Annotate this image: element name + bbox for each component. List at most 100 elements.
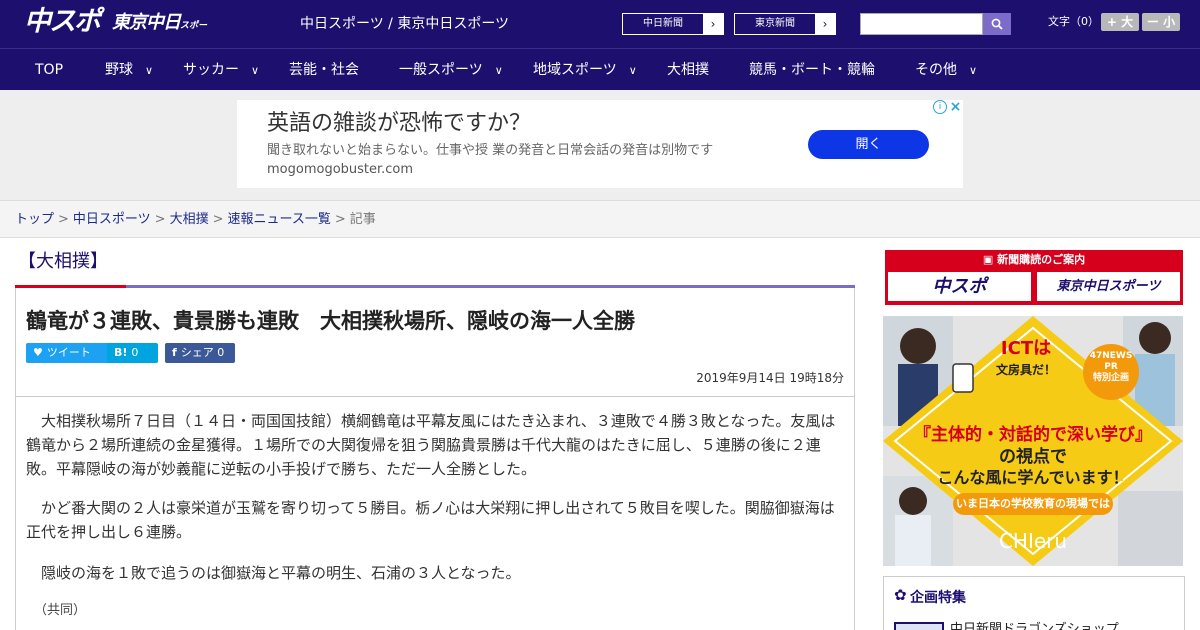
newspaper-icon: ▣ <box>982 253 998 266</box>
nav-item-label: 大相撲 <box>667 62 709 78</box>
article-paragraph: かど番大関の２人は豪栄道が玉鷲を寄り切って５勝目。栃ノ心は大栄翔に押し出されて５… <box>26 499 835 541</box>
site-header: 中スポ 東京中日スポーツ 中日スポーツ / 東京中日スポーツ 中日新聞 › 東京… <box>0 0 1200 60</box>
chevron-down-icon: ∨ <box>145 64 154 77</box>
twitter-icon: ♥ <box>33 346 43 359</box>
breadcrumb-link[interactable]: トップ <box>15 212 54 227</box>
paper-link-label: 中日新聞 <box>643 18 683 29</box>
article-category[interactable]: 【大相撲】 <box>18 250 108 274</box>
main-nav: TOP 野球 ∨ サッカー ∨ 芸能・社会 一般スポーツ ∨ 地域スポーツ ∨ 大相撲 … <box>0 48 1200 90</box>
facebook-label: シェア <box>180 346 214 359</box>
site-names: 中日スポーツ / 東京中日スポーツ <box>300 16 510 32</box>
ad-area: 英語の雑談が恐怖ですか？ 聞き取れないと始まらない。仕事や授 業の発音と日常会話… <box>0 90 1200 200</box>
breadcrumb-separator: > <box>58 212 69 227</box>
dragons-shop-thumbnail[interactable] <box>894 622 944 630</box>
feature-item-link[interactable]: 中日新聞ドラゴンズショップ <box>950 621 1119 630</box>
hatena-icon: B! <box>114 346 128 359</box>
breadcrumb-bar: トップ > 中日スポーツ > 大相撲 > 速報ニュース一覧 > 記事 <box>0 200 1200 238</box>
nav-item-sumo[interactable]: 大相撲 <box>667 49 709 91</box>
facebook-share-button[interactable]: f シェア 0 <box>165 343 235 363</box>
tokyo-chunichi-logo[interactable]: 東京中日スポーツ <box>112 10 210 60</box>
facebook-icon: f <box>172 346 177 359</box>
ict-education-banner[interactable]: ICTは 文房具だ！ 47NEWS PR 特別企画 『主体的・対話的で深い学び』… <box>883 316 1183 566</box>
ad-banner[interactable]: 英語の雑談が恐怖ですか？ 聞き取れないと始まらない。仕事や授 業の発音と日常会話… <box>237 100 963 188</box>
nav-item-label: 芸能・社会 <box>289 62 359 78</box>
nav-item-label: TOP <box>35 62 64 78</box>
hatena-bookmark-button[interactable]: B! 0 <box>107 343 158 363</box>
nav-item-label: 地域スポーツ <box>533 62 617 78</box>
font-size-label: 文字（0） <box>1048 15 1099 28</box>
article-body: 大相撲秋場所７日目（１４日・両国国技館）横綱鶴竜は平幕友風にはたき込まれ、３連敗… <box>15 397 855 630</box>
chevron-down-icon: ∨ <box>251 64 260 77</box>
feature-title: 企画特集 <box>910 590 966 606</box>
badge-line: PR <box>1104 362 1118 372</box>
chevron-right-icon: › <box>815 14 835 34</box>
banner-ict-title: ICTは <box>1000 338 1052 359</box>
breadcrumb-link[interactable]: 速報ニュース一覧 <box>228 212 331 227</box>
nav-item-label: その他 <box>915 62 957 78</box>
nav-item-general-sports[interactable]: 一般スポーツ ∨ <box>399 49 503 91</box>
breadcrumb-link[interactable]: 大相撲 <box>170 212 209 227</box>
article-header: 鶴竜が３連敗、貴景勝も連敗 大相撲秋場所、隠岐の海一人全勝 ♥ ツイート B! 0 … <box>15 288 855 397</box>
ad-info-icon[interactable]: i <box>933 100 947 114</box>
breadcrumb-current: 記事 <box>349 212 376 227</box>
nav-item-racing[interactable]: 競馬・ボート・競輪 <box>749 49 875 91</box>
subscription-box[interactable]: ▣ 新聞購読のご案内 中スポ 東京中日スポーツ <box>885 250 1183 305</box>
nav-item-baseball[interactable]: 野球 ∨ <box>105 49 153 91</box>
breadcrumb: トップ > 中日スポーツ > 大相撲 > 速報ニュース一覧 > 記事 <box>15 211 376 229</box>
banner-ict-sub: 文房具だ！ <box>995 363 1056 377</box>
ad-close-icon[interactable]: × <box>948 100 963 115</box>
nav-item-entertainment[interactable]: 芸能・社会 <box>289 49 359 91</box>
nav-item-local-sports[interactable]: 地域スポーツ ∨ <box>533 49 637 91</box>
article-headline: 鶴竜が３連敗、貴景勝も連敗 大相撲秋場所、隠岐の海一人全勝 <box>26 309 635 333</box>
badge-line: 特別企画 <box>1092 373 1129 383</box>
subscribe-logo-text: 中スポ <box>932 276 987 297</box>
ad-title[interactable]: 英語の雑談が恐怖ですか？ <box>267 110 531 138</box>
ad-description: 聞き取れないと始まらない。仕事や授 業の発音と日常会話の発音は別物です <box>267 143 714 158</box>
article-date: 2019年9月14日 19時18分 <box>696 371 844 385</box>
subscribe-tokyo-link[interactable]: 東京中日スポーツ <box>1037 272 1180 301</box>
chunichi-shimbun-link[interactable]: 中日新聞 › <box>622 13 724 35</box>
tokyo-logo-text: 東京中日 <box>112 12 181 33</box>
paper-link-label: 東京新聞 <box>755 18 795 29</box>
chevron-down-icon: ∨ <box>494 64 503 77</box>
banner-badge: 47NEWS PR 特別企画 <box>1083 351 1139 384</box>
badge-line: 47NEWS <box>1089 351 1133 361</box>
search-button[interactable] <box>983 13 1011 35</box>
chevron-down-icon: ∨ <box>969 64 978 77</box>
chevron-right-icon: › <box>703 14 723 34</box>
chevron-down-icon: ∨ <box>628 64 637 77</box>
subscribe-chuspo-link[interactable]: 中スポ <box>888 272 1031 301</box>
search-input[interactable] <box>860 13 983 35</box>
font-size-increase-button[interactable]: + 大 <box>1101 13 1139 31</box>
subscribe-logo-text: 東京中日スポーツ <box>1056 279 1161 294</box>
subscription-title-text: 新聞購読のご案内 <box>997 253 1086 266</box>
feature-box: ✿ 企画特集 中日新聞ドラゴンズショップ <box>883 576 1185 630</box>
banner-ribbon: いま日本の学校教育の現場では <box>956 497 1110 510</box>
ribbon-icon: ✿ <box>894 586 907 604</box>
font-size-decrease-button[interactable]: ー 小 <box>1142 13 1180 31</box>
nav-item-others[interactable]: その他 ∨ <box>915 49 977 91</box>
tweet-label: ツイート <box>46 346 91 359</box>
ad-open-button[interactable]: 開く <box>808 130 929 159</box>
nav-item-top[interactable]: TOP <box>35 49 63 91</box>
breadcrumb-link[interactable]: 中日スポーツ <box>73 212 151 227</box>
nav-item-label: サッカー <box>183 62 239 78</box>
tweet-button[interactable]: ♥ ツイート <box>26 343 117 363</box>
facebook-count: 0 <box>217 346 225 359</box>
search-icon <box>991 18 1003 30</box>
chuspo-logo[interactable]: 中スポ <box>24 6 102 38</box>
banner-headline-2: の視点で <box>999 447 1067 467</box>
tokyo-shimbun-link[interactable]: 東京新聞 › <box>734 13 836 35</box>
subscription-title: ▣ 新聞購読のご案内 <box>885 252 1183 268</box>
breadcrumb-separator: > <box>154 212 166 227</box>
nav-item-soccer[interactable]: サッカー ∨ <box>183 49 259 91</box>
banner-brand: CHIeru <box>998 529 1068 553</box>
nav-item-label: 一般スポーツ <box>399 62 483 78</box>
ad-url[interactable]: mogomogobuster.com <box>267 161 413 179</box>
article-paragraph: 大相撲秋場所７日目（１４日・両国国技館）横綱鶴竜は平幕友風にはたき込まれ、３連敗… <box>26 412 836 478</box>
article-credit: （共同） <box>34 603 87 618</box>
hatena-count: 0 <box>131 346 139 359</box>
nav-item-label: 競馬・ボート・競輪 <box>749 62 875 78</box>
nav-item-label: 野球 <box>105 62 133 78</box>
article-paragraph: 隠岐の海を１敗で追うのは御嶽海と平幕の明生、石浦の３人となった。 <box>41 564 521 582</box>
